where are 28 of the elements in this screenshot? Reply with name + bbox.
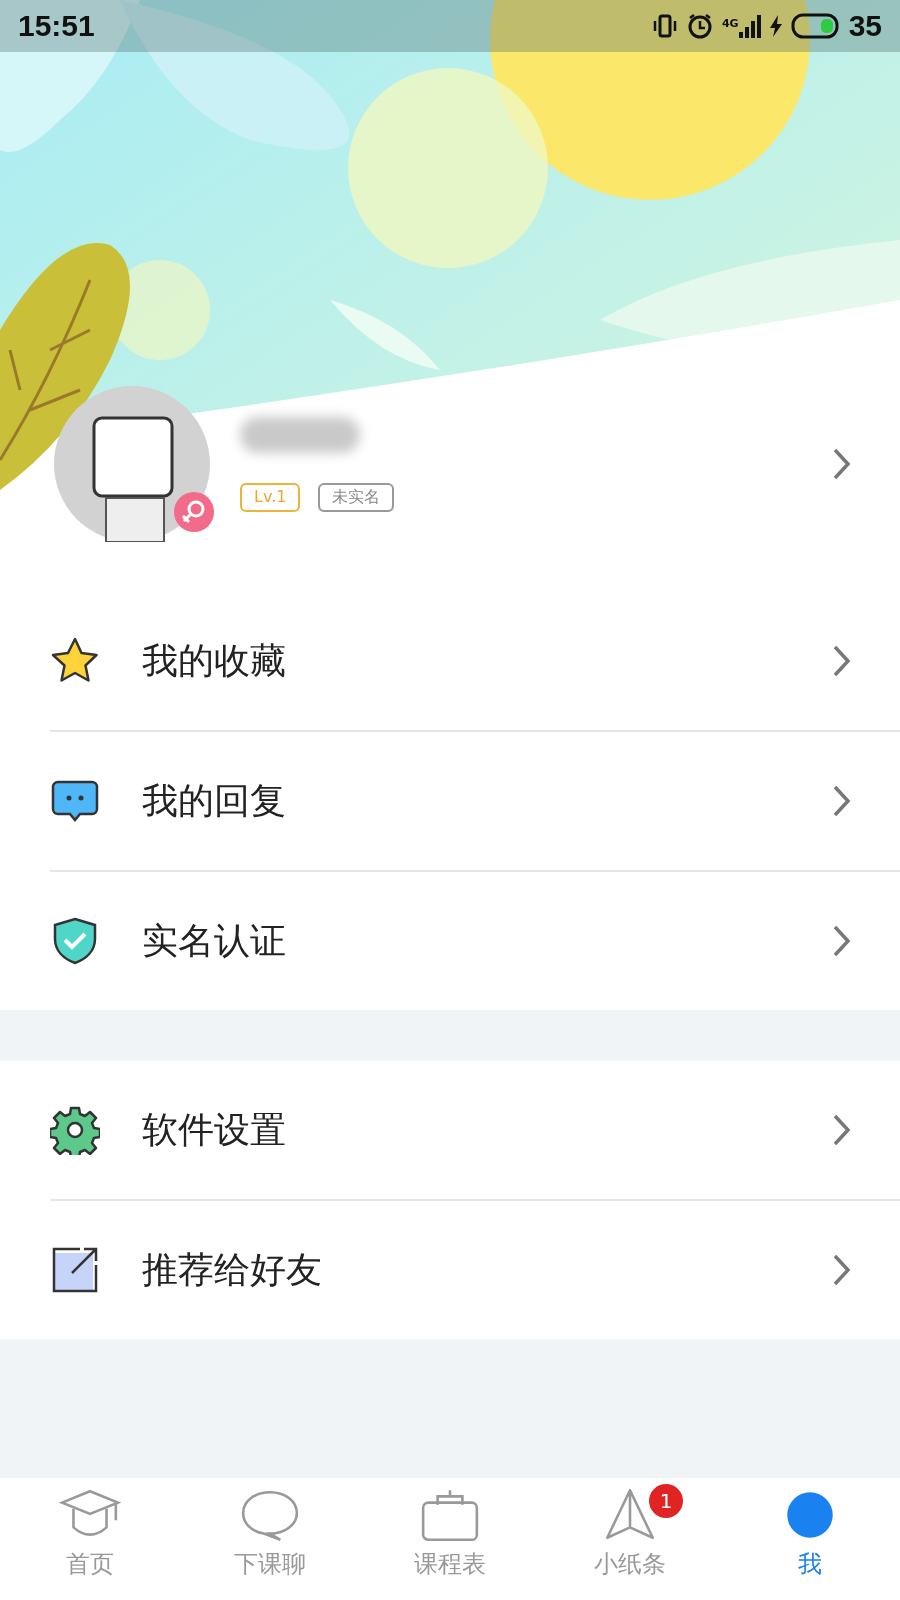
notification-badge: 1 (649, 1484, 683, 1518)
battery-percent: 35 (848, 9, 882, 43)
share-icon (50, 1245, 100, 1295)
verification-tag: 未实名 (318, 482, 395, 512)
menu-item[interactable]: 我的回复 (50, 732, 900, 872)
menu-item[interactable]: 软件设置 (50, 1061, 900, 1201)
menu-item[interactable]: 实名认证 (50, 872, 900, 1010)
vibrate-icon (651, 13, 678, 39)
speech-bubble-icon (239, 1488, 301, 1542)
charging-icon (768, 15, 783, 37)
chevron-icon (832, 784, 852, 818)
level-tag: Lv.1 (240, 482, 301, 512)
network-label: 4G (721, 17, 739, 30)
chevron-icon (832, 1113, 852, 1147)
signal-icon (738, 14, 761, 38)
status-time: 15:51 (18, 9, 95, 43)
menu-item[interactable]: 推荐给好友 (50, 1201, 900, 1339)
chevron-icon (832, 644, 852, 678)
menu-item[interactable]: 我的收藏 (50, 592, 900, 732)
battery-icon (790, 13, 841, 39)
tab[interactable]: 我 (720, 1488, 900, 1580)
chevron-icon (832, 1253, 852, 1287)
chevron-icon (832, 924, 852, 958)
clipboard-icon (419, 1488, 481, 1542)
chevron-icon (832, 447, 852, 481)
avatar[interactable] (54, 386, 210, 542)
female-icon (174, 492, 214, 532)
gear-icon (50, 1105, 100, 1155)
